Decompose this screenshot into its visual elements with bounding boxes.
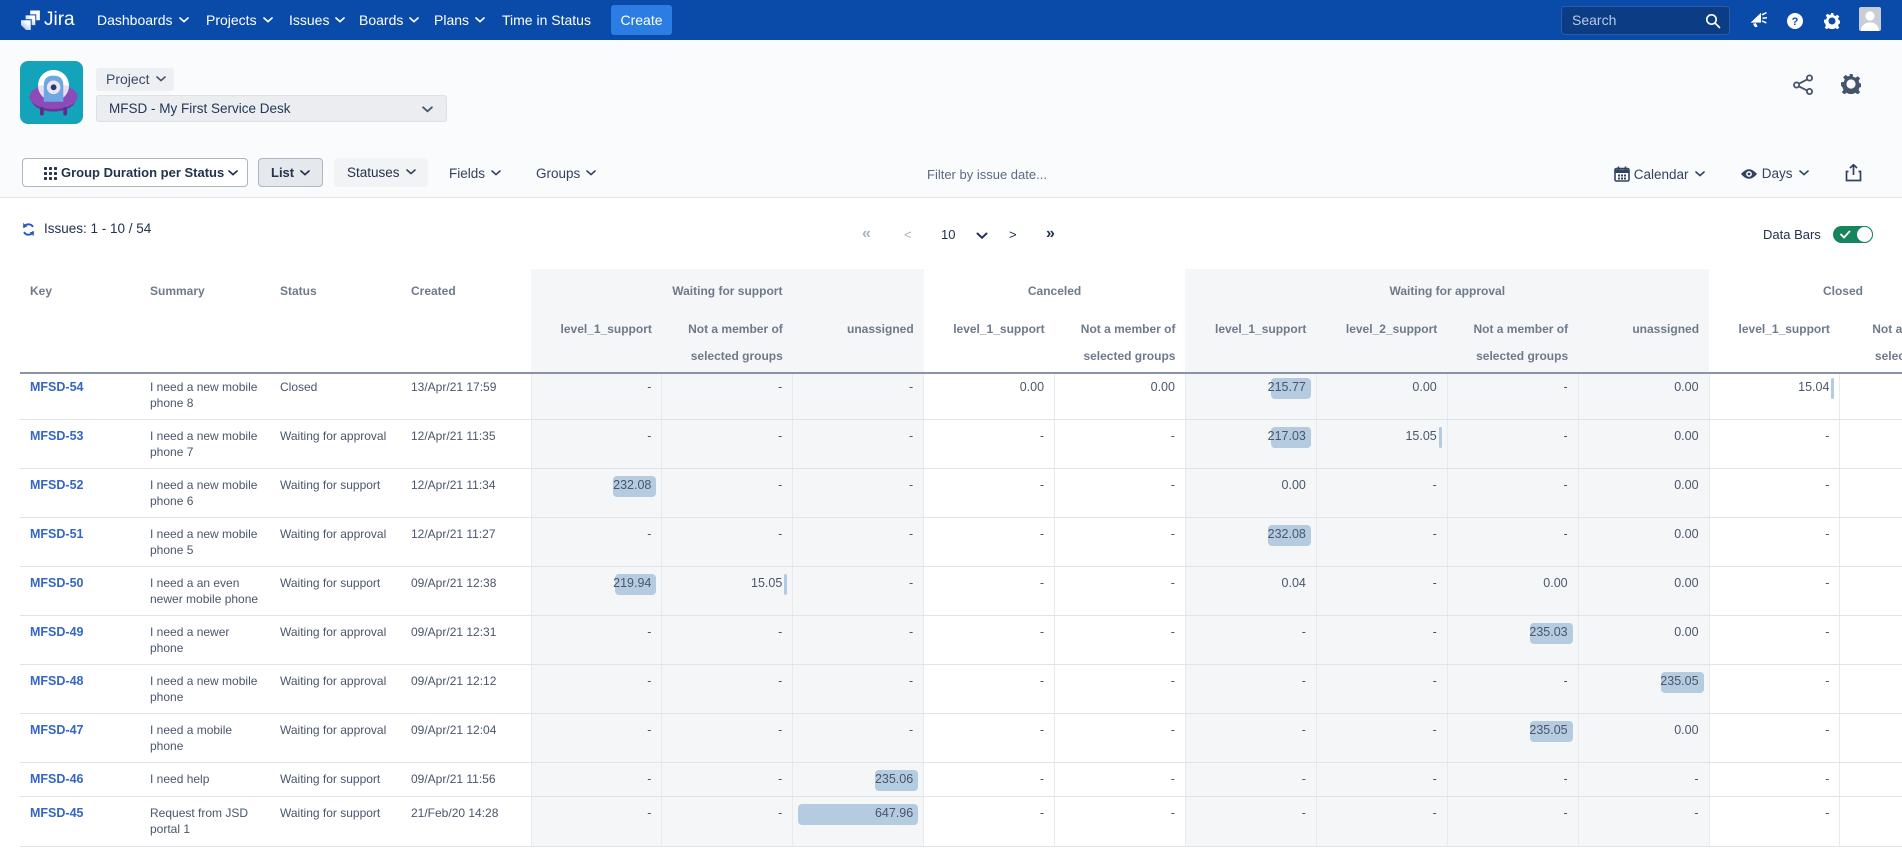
svg-text:?: ? (1792, 16, 1799, 28)
